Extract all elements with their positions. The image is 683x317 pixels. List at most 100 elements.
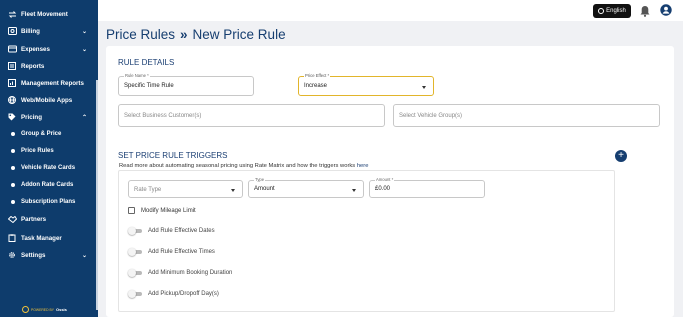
vehicle-groups-placeholder: Select Vehicle Group(s) [399, 113, 463, 119]
powered-by-label: POWERED BY [31, 307, 54, 312]
modify-mileage-label: Modify Mileage Limit [141, 207, 196, 214]
sidebar-item-expenses[interactable]: Expenses ⌄ [0, 41, 96, 57]
sidebar-item-label: Reports [21, 62, 45, 70]
effective-times-toggle[interactable] [128, 248, 143, 256]
sidebar-item-label: Billing [21, 27, 40, 35]
sidebar-item-pricing[interactable]: Pricing ⌃ [0, 109, 96, 125]
rule-name-label: Rule Name * [124, 73, 150, 78]
toggle-label: Add Rule Effective Times [148, 249, 215, 255]
sidebar-item-web-mobile-apps[interactable]: Web/Mobile Apps [0, 92, 96, 108]
modify-mileage-row[interactable]: Modify Mileage Limit [128, 207, 196, 214]
price-effect-label: Price Effect * [304, 73, 331, 78]
clipboard-icon [5, 234, 19, 242]
sidebar-item-label: Management Reports [21, 79, 84, 87]
rate-type-placeholder: Rate Type [134, 187, 162, 193]
bell-icon[interactable] [640, 4, 650, 17]
sidebar-item-fleet-movement[interactable]: Fleet Movement [0, 6, 96, 22]
toggle-row-minimum-booking-duration[interactable]: Add Minimum Booking Duration [128, 269, 232, 277]
minimum-booking-duration-toggle[interactable] [128, 269, 143, 277]
brand-logo-icon [22, 306, 29, 313]
modify-mileage-checkbox[interactable] [128, 207, 135, 214]
chevron-down-icon [352, 189, 356, 192]
vehicle-groups-select[interactable]: Select Vehicle Group(s) [393, 104, 660, 127]
effective-dates-toggle[interactable] [128, 227, 143, 235]
sidebar-subitem-group-price[interactable]: Group & Price [0, 127, 96, 141]
sidebar-item-partners[interactable]: Partners [0, 211, 96, 227]
bullet-icon [11, 183, 15, 187]
sidebar-item-reports[interactable]: Reports [0, 58, 96, 74]
sidebar-subitem-label: Group & Price [21, 131, 62, 137]
business-customers-select[interactable]: Select Business Customer(s) [118, 104, 385, 127]
page-title: New Price Rule [192, 27, 286, 42]
breadcrumb-separator: » [180, 27, 188, 42]
chevron-up-icon: ⌃ [81, 114, 87, 121]
toggle-row-effective-dates[interactable]: Add Rule Effective Dates [128, 227, 215, 235]
language-label: English [606, 8, 626, 14]
chevron-down-icon: ⌄ [81, 28, 87, 35]
triggers-help-sentence: Read more about automating seasonal pric… [119, 163, 356, 169]
sidebar-item-label: Pricing [21, 113, 42, 121]
sidebar-subitem-label: Subscription Plans [21, 199, 76, 205]
sidebar-subitem-vehicle-rate-cards[interactable]: Vehicle Rate Cards [0, 161, 96, 175]
rate-type-select[interactable]: Rate Type [128, 180, 243, 198]
triggers-help-link[interactable]: here [357, 163, 369, 169]
chevron-down-icon [231, 189, 235, 192]
user-avatar-icon[interactable] [660, 3, 672, 16]
rule-name-value: Specific Time Rule [124, 83, 174, 89]
rule-name-field[interactable]: Rule Name * Specific Time Rule [118, 73, 254, 96]
billing-icon [5, 27, 19, 35]
toggle-row-pickup-dropoff-days[interactable]: Add Pickup/Dropoff Day(s) [128, 290, 219, 298]
breadcrumb: Price Rules » New Price Rule [106, 27, 286, 42]
pickup-dropoff-days-toggle[interactable] [128, 290, 143, 298]
management-reports-icon [5, 79, 19, 87]
powered-by: POWERED BY Ossis [22, 306, 67, 313]
type-label: Type [254, 177, 266, 182]
add-trigger-button[interactable]: + [615, 150, 627, 162]
price-effect-value: Increase [304, 83, 328, 89]
bullet-icon [11, 200, 15, 204]
handshake-icon [5, 215, 19, 223]
toggle-label: Add Rule Effective Dates [148, 228, 215, 234]
globe-icon [598, 8, 605, 14]
toggle-row-effective-times[interactable]: Add Rule Effective Times [128, 248, 215, 256]
chevron-down-icon: ⌄ [81, 252, 87, 259]
toggle-label: Add Pickup/Dropoff Day(s) [148, 291, 219, 297]
amount-value: £0.00 [375, 186, 391, 192]
sidebar-subitem-price-rules[interactable]: Price Rules [0, 144, 96, 158]
sidebar-scrollbar[interactable] [96, 80, 98, 310]
language-button[interactable]: English [593, 4, 631, 18]
business-customers-placeholder: Select Business Customer(s) [124, 113, 202, 119]
sidebar-item-billing[interactable]: Billing ⌄ [0, 23, 96, 39]
reports-icon [5, 62, 19, 70]
type-select[interactable]: Type Amount [248, 177, 364, 198]
sidebar-item-label: Task Manager [21, 234, 62, 242]
amount-label: Amount * [375, 177, 395, 182]
sidebar-item-task-manager[interactable]: Task Manager [0, 230, 96, 246]
chevron-down-icon: ⌄ [81, 46, 87, 53]
breadcrumb-parent-link[interactable]: Price Rules [106, 27, 175, 42]
sidebar-item-label: Settings [21, 251, 46, 259]
price-rule-triggers-title: SET PRICE RULE TRIGGERS [118, 151, 228, 160]
bullet-icon [11, 132, 15, 136]
sidebar-subitem-label: Vehicle Rate Cards [21, 165, 76, 171]
sidebar-item-management-reports[interactable]: Management Reports [0, 75, 96, 91]
sidebar-item-settings[interactable]: Settings ⌄ [0, 247, 96, 263]
sidebar-subitem-subscription-plans[interactable]: Subscription Plans [0, 195, 96, 209]
sidebar-subitem-label: Price Rules [21, 148, 54, 154]
sidebar-item-label: Partners [21, 215, 47, 223]
sidebar-item-label: Expenses [21, 45, 50, 53]
sidebar-item-label: Fleet Movement [21, 10, 68, 18]
rule-details-title: RULE DETAILS [118, 58, 175, 67]
triggers-help-text: Read more about automating seasonal pric… [119, 163, 368, 169]
chevron-down-icon [422, 86, 426, 89]
sidebar-subitem-addon-rate-cards[interactable]: Addon Rate Cards [0, 178, 96, 192]
tag-icon [5, 113, 19, 121]
car-arrows-icon [5, 10, 19, 18]
amount-input[interactable]: Amount * £0.00 [369, 177, 485, 198]
expenses-icon [5, 45, 19, 53]
price-effect-select[interactable]: Price Effect * Increase [298, 73, 434, 96]
bullet-icon [11, 149, 15, 153]
globe-icon [5, 96, 19, 104]
type-value: Amount [254, 186, 275, 192]
plus-icon: + [618, 150, 624, 161]
